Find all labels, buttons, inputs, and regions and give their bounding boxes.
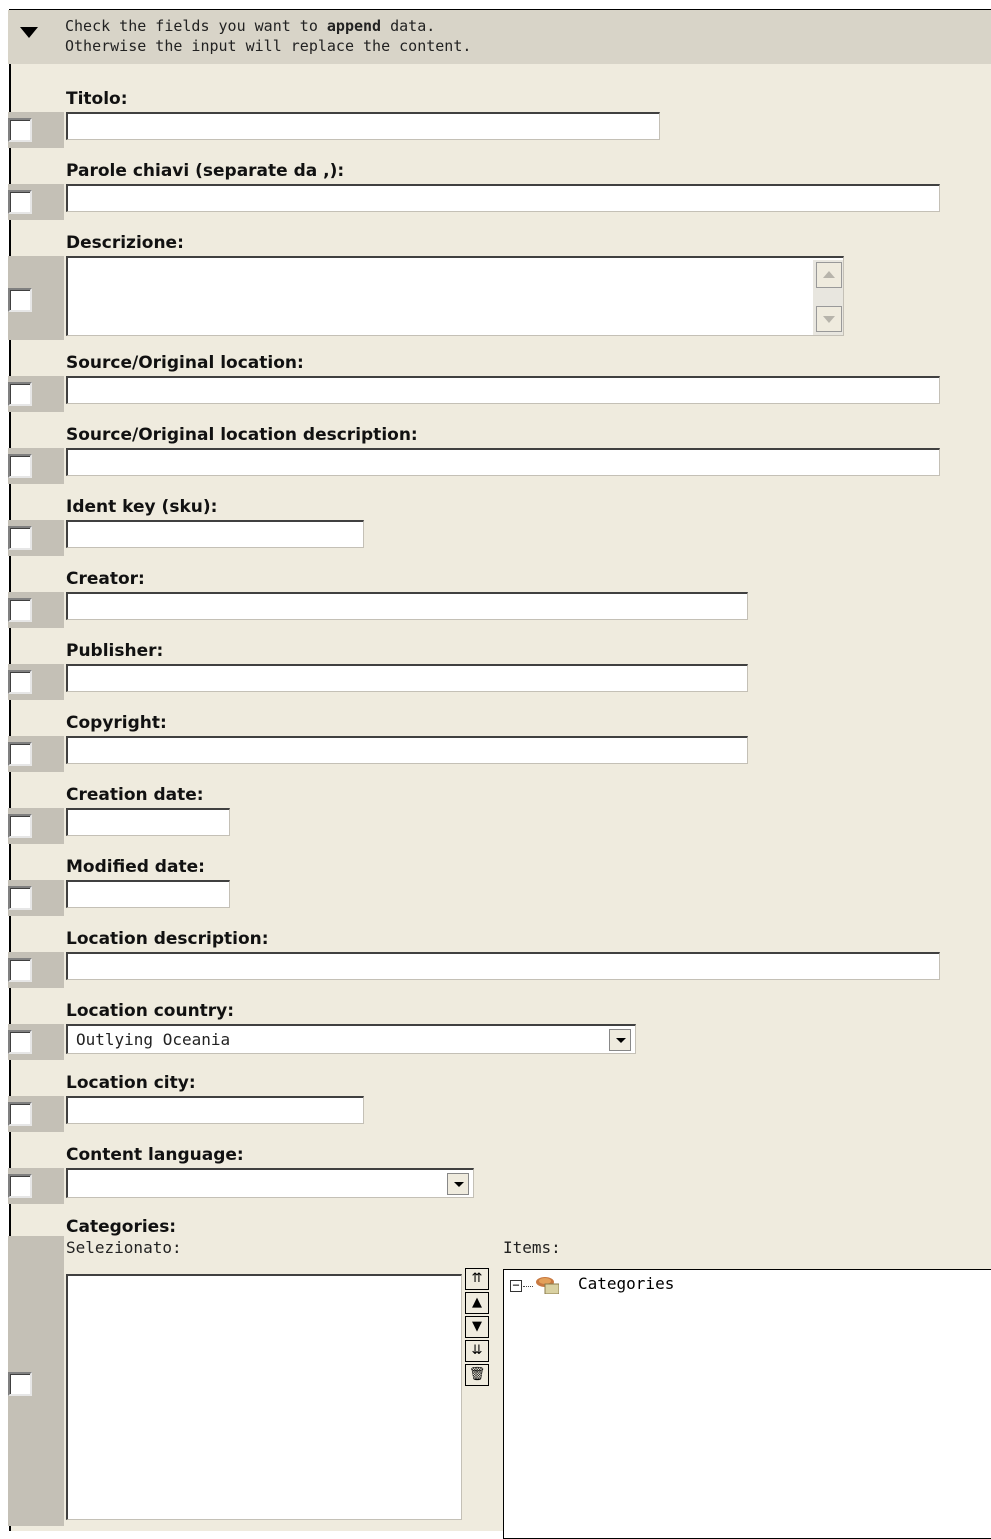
- categories-tree[interactable]: − Categories: [503, 1269, 991, 1539]
- field-content-language: Content language:: [0, 1144, 990, 1204]
- tree-item-categories[interactable]: Categories: [578, 1274, 674, 1293]
- descrizione-scrollbar[interactable]: [813, 260, 843, 335]
- append-checkbox-creation-date[interactable]: [8, 814, 32, 838]
- ident-key-label: Ident key (sku):: [66, 497, 218, 517]
- append-checkbox-location-city[interactable]: [8, 1102, 32, 1126]
- append-checkbox-publisher[interactable]: [8, 670, 32, 694]
- descrizione-label: Descrizione:: [66, 233, 184, 253]
- move-down-icon[interactable]: ▼: [465, 1316, 489, 1338]
- titolo-label: Titolo:: [66, 89, 128, 109]
- move-top-icon[interactable]: ⇈: [465, 1268, 489, 1290]
- copyright-input[interactable]: [66, 736, 748, 764]
- field-categories: Categories: Selezionato: Items: ⇈ ▲ ▼ ⇊ …: [0, 1216, 991, 1539]
- append-checkbox-source-location[interactable]: [8, 382, 32, 406]
- parole-chiavi-input[interactable]: [66, 184, 940, 212]
- source-location-input[interactable]: [66, 376, 940, 404]
- source-location-description-input[interactable]: [66, 448, 940, 476]
- move-bottom-icon[interactable]: ⇊: [465, 1340, 489, 1362]
- content-language-label: Content language:: [66, 1145, 244, 1165]
- instruction-text-end: data.: [390, 17, 436, 35]
- creation-date-input[interactable]: [66, 808, 230, 836]
- parole-chiavi-label: Parole chiavi (separate da ,):: [66, 161, 345, 181]
- field-creator: Creator:: [0, 568, 990, 628]
- folder-icon: [536, 1277, 559, 1294]
- append-checkbox-parole-chiavi[interactable]: [8, 190, 32, 214]
- field-source-location-description: Source/Original location description:: [0, 424, 990, 484]
- titolo-input[interactable]: [66, 112, 660, 140]
- location-country-select[interactable]: Outlying Oceania: [66, 1024, 636, 1054]
- append-checkbox-descrizione[interactable]: [8, 288, 32, 312]
- creation-date-label: Creation date:: [66, 785, 204, 805]
- items-label: Items:: [503, 1238, 561, 1257]
- append-checkbox-location-description[interactable]: [8, 958, 32, 982]
- chevron-down-icon[interactable]: [20, 27, 38, 38]
- location-city-input[interactable]: [66, 1096, 364, 1124]
- append-checkbox-source-location-description[interactable]: [8, 454, 32, 478]
- field-source-location: Source/Original location:: [0, 352, 990, 412]
- copyright-label: Copyright:: [66, 713, 167, 733]
- instruction-text: Check the fields you want to: [65, 17, 318, 35]
- field-publisher: Publisher:: [0, 640, 990, 700]
- selected-categories-list[interactable]: [66, 1274, 462, 1520]
- move-up-icon[interactable]: ▲: [465, 1292, 489, 1314]
- location-description-input[interactable]: [66, 952, 940, 980]
- modified-date-input[interactable]: [66, 880, 230, 908]
- append-checkbox-modified-date[interactable]: [8, 886, 32, 910]
- append-checkbox-titolo[interactable]: [8, 118, 32, 142]
- dropdown-arrow-icon[interactable]: [447, 1173, 469, 1195]
- modified-date-label: Modified date:: [66, 857, 205, 877]
- ident-key-input[interactable]: [66, 520, 364, 548]
- selected-label: Selezionato:: [66, 1238, 182, 1257]
- append-header: Check the fields you want to append data…: [8, 10, 991, 64]
- append-checkbox-creator[interactable]: [8, 598, 32, 622]
- creator-input[interactable]: [66, 592, 748, 620]
- trash-icon[interactable]: 🗑: [465, 1364, 489, 1386]
- tree-connector: [523, 1286, 533, 1287]
- publisher-input[interactable]: [66, 664, 748, 692]
- instruction-emphasis: append: [326, 17, 382, 35]
- location-city-label: Location city:: [66, 1073, 196, 1093]
- descrizione-textarea[interactable]: [66, 256, 844, 336]
- field-modified-date: Modified date:: [0, 856, 990, 916]
- instruction-line-2: Otherwise the input will replace the con…: [65, 37, 472, 55]
- source-location-description-label: Source/Original location description:: [66, 425, 418, 445]
- append-checkbox-ident-key[interactable]: [8, 526, 32, 550]
- publisher-label: Publisher:: [66, 641, 164, 661]
- source-location-label: Source/Original location:: [66, 353, 304, 373]
- scroll-down-icon[interactable]: [816, 306, 842, 332]
- field-ident-key: Ident key (sku):: [0, 496, 990, 556]
- location-description-label: Location description:: [66, 929, 269, 949]
- field-location-description: Location description:: [0, 928, 990, 988]
- tree-collapse-icon[interactable]: −: [510, 1279, 522, 1292]
- field-titolo: Titolo:: [0, 88, 990, 148]
- append-checkbox-location-country[interactable]: [8, 1030, 32, 1054]
- content-language-select[interactable]: [66, 1168, 474, 1198]
- append-checkbox-categories[interactable]: [8, 1372, 32, 1396]
- location-country-label: Location country:: [66, 1001, 235, 1021]
- field-creation-date: Creation date:: [0, 784, 990, 844]
- field-copyright: Copyright:: [0, 712, 990, 772]
- field-descrizione: Descrizione:: [0, 232, 990, 342]
- append-checkbox-content-language[interactable]: [8, 1174, 32, 1198]
- scroll-up-icon[interactable]: [816, 262, 842, 288]
- creator-label: Creator:: [66, 569, 145, 589]
- field-location-country: Location country: Outlying Oceania: [0, 1000, 990, 1060]
- append-instructions: Check the fields you want to append data…: [65, 16, 471, 56]
- location-country-value: Outlying Oceania: [76, 1030, 231, 1049]
- dropdown-arrow-icon[interactable]: [609, 1029, 631, 1051]
- categories-label: Categories:: [66, 1217, 177, 1237]
- append-checkbox-copyright[interactable]: [8, 742, 32, 766]
- field-parole-chiavi: Parole chiavi (separate da ,):: [0, 160, 990, 220]
- field-location-city: Location city:: [0, 1072, 990, 1132]
